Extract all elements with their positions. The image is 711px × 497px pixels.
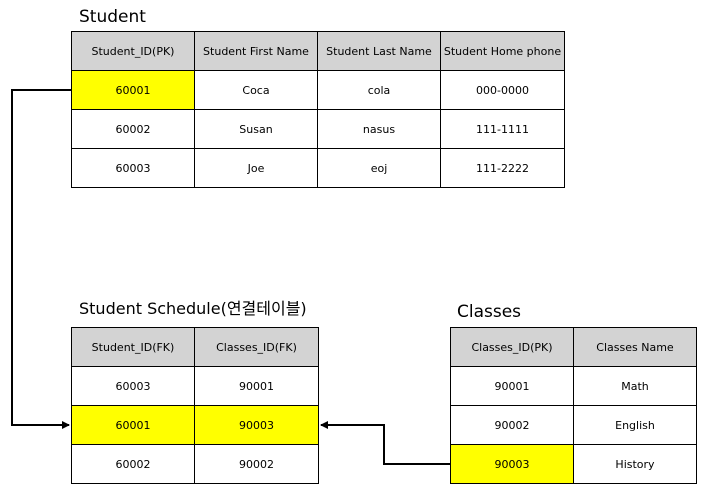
table-cell: Coca — [194, 70, 318, 110]
table-cell: Joe — [194, 148, 318, 188]
classes-to-schedule-arrow — [320, 421, 450, 465]
table-row: 90003 History — [450, 444, 697, 484]
table-cell: 60003 — [71, 148, 195, 188]
table-cell: 60002 — [71, 109, 195, 149]
table-cell: 90002 — [194, 444, 319, 484]
column-header-last-name: Student Last Name — [317, 31, 441, 71]
table-row: 60002 Susan nasus 111-1111 — [71, 109, 565, 149]
table-cell: eoj — [317, 148, 441, 188]
student-table-title: Student — [79, 7, 146, 27]
column-header-student-id: Student_ID(PK) — [71, 31, 195, 71]
table-cell: nasus — [317, 109, 441, 149]
table-row: 60003 90001 — [71, 366, 319, 406]
table-cell: Math — [573, 366, 697, 406]
student-table: Student_ID(PK) Student First Name Studen… — [71, 31, 565, 188]
table-cell: 90002 — [450, 405, 574, 445]
table-cell: English — [573, 405, 697, 445]
student-to-schedule-arrow — [11, 89, 71, 429]
table-cell: 90001 — [194, 366, 319, 406]
table-header-row: Classes_ID(PK) Classes Name — [450, 327, 697, 367]
classes-table: Classes_ID(PK) Classes Name 90001 Math 9… — [450, 327, 697, 484]
table-row: 60001 Coca cola 000-0000 — [71, 70, 565, 110]
column-header-classes-id-pk: Classes_ID(PK) — [450, 327, 574, 367]
classes-id-cell-highlighted: 90003 — [450, 444, 574, 484]
student-id-cell-highlighted: 60001 — [71, 70, 195, 110]
table-header-row: Student_ID(FK) Classes_ID(FK) — [71, 327, 319, 367]
table-row: 90002 English — [450, 405, 697, 445]
table-row: 60001 90003 — [71, 405, 319, 445]
classes-id-fk-cell-highlighted: 90003 — [194, 405, 319, 445]
student-id-fk-cell-highlighted: 60001 — [71, 405, 195, 445]
column-header-first-name: Student First Name — [194, 31, 318, 71]
column-header-student-id-fk: Student_ID(FK) — [71, 327, 195, 367]
table-cell: 000-0000 — [440, 70, 565, 110]
table-row: 60003 Joe eoj 111-2222 — [71, 148, 565, 188]
table-cell: Susan — [194, 109, 318, 149]
column-header-classes-id-fk: Classes_ID(FK) — [194, 327, 319, 367]
table-cell: 111-1111 — [440, 109, 565, 149]
table-header-row: Student_ID(PK) Student First Name Studen… — [71, 31, 565, 71]
table-cell: 90001 — [450, 366, 574, 406]
student-schedule-table: Student_ID(FK) Classes_ID(FK) 60003 9000… — [71, 327, 319, 484]
classes-table-title: Classes — [457, 302, 522, 322]
table-cell: History — [573, 444, 697, 484]
table-cell: 111-2222 — [440, 148, 565, 188]
table-cell: cola — [317, 70, 441, 110]
table-cell: 60002 — [71, 444, 195, 484]
table-row: 90001 Math — [450, 366, 697, 406]
table-row: 60002 90002 — [71, 444, 319, 484]
table-cell: 60003 — [71, 366, 195, 406]
column-header-home-phone: Student Home phone — [440, 31, 565, 71]
column-header-classes-name: Classes Name — [573, 327, 697, 367]
schedule-table-title: Student Schedule(연결테이블) — [79, 299, 307, 318]
